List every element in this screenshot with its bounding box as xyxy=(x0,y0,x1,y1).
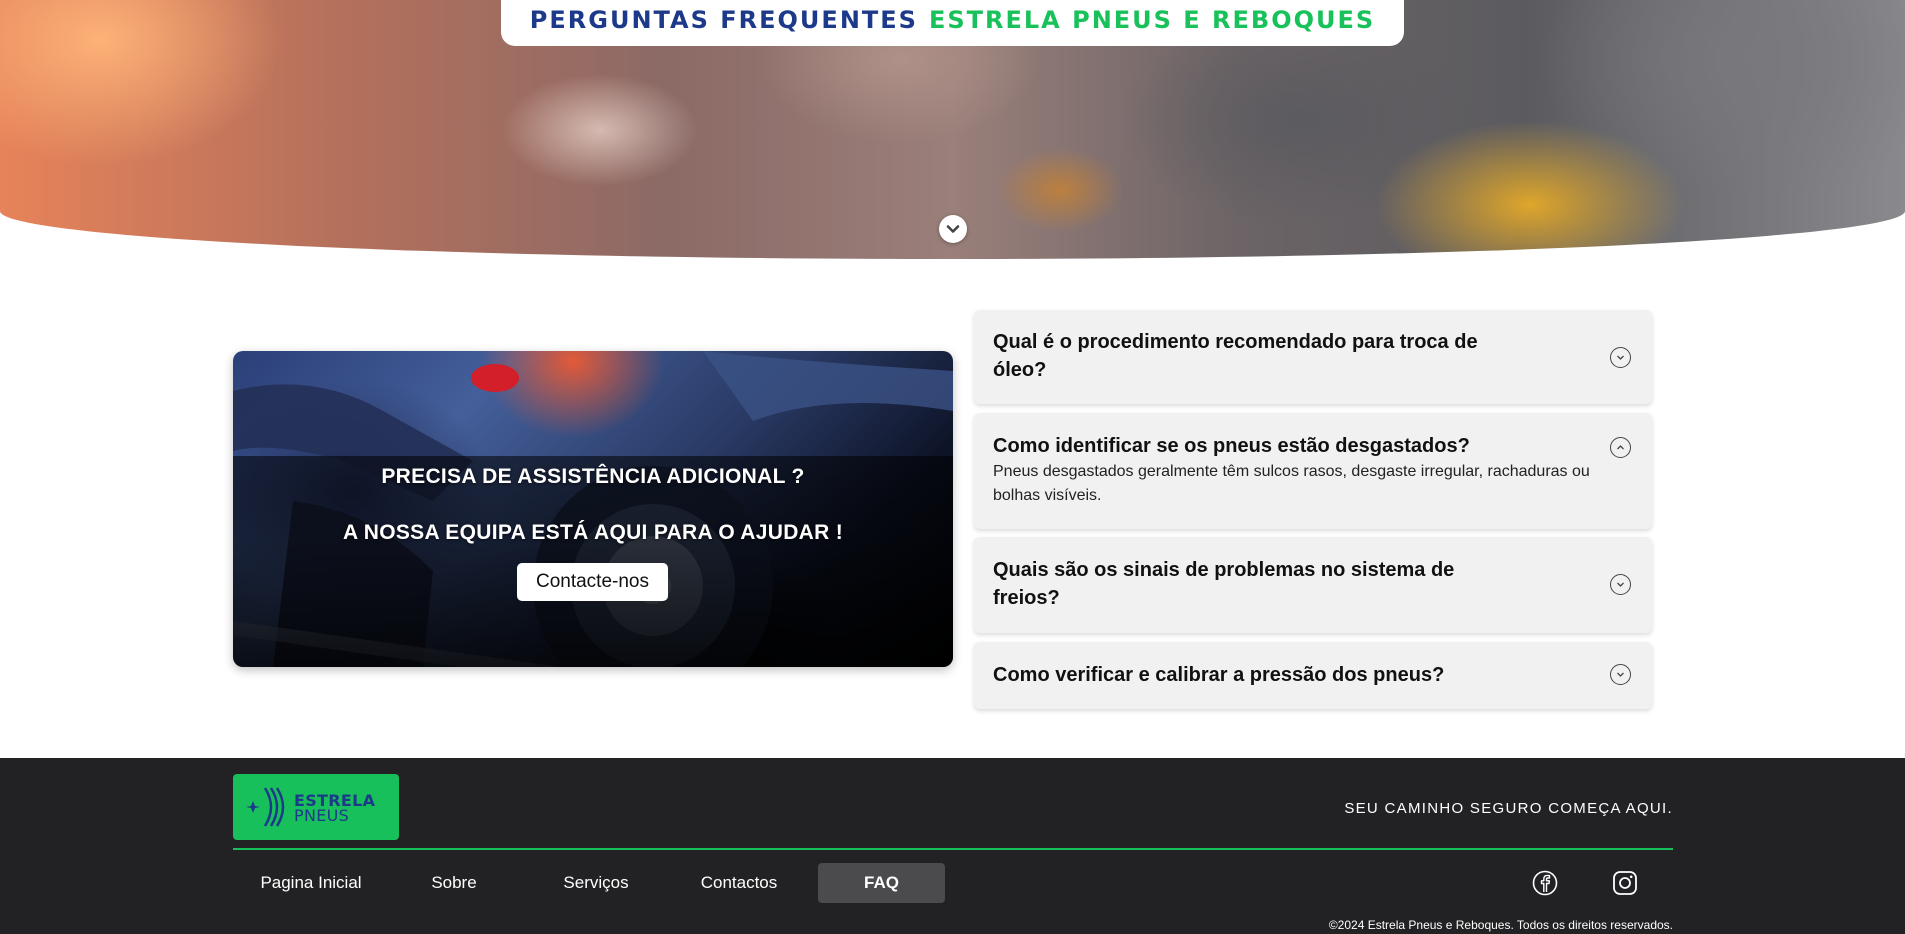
nav-item-about[interactable]: Sobre xyxy=(409,863,499,903)
assistance-card: PRECISA DE ASSISTÊNCIA ADICIONAL ? A NOS… xyxy=(233,351,953,667)
footer-divider xyxy=(233,848,1673,850)
faq-item[interactable]: Quais são os sinais de problemas no sist… xyxy=(974,537,1652,633)
nav-item-services[interactable]: Serviços xyxy=(548,863,644,903)
cta-heading-1: PRECISA DE ASSISTÊNCIA ADICIONAL ? xyxy=(381,465,805,488)
brand-logo[interactable]: ESTRELA PNEUS xyxy=(233,774,399,840)
faq-question: Como verificar e calibrar a pressão dos … xyxy=(993,664,1445,686)
nav-item-contacts[interactable]: Contactos xyxy=(690,863,788,903)
nav-item-home[interactable]: Pagina Inicial xyxy=(245,863,377,903)
contact-button[interactable]: Contacte-nos xyxy=(517,563,668,601)
logo-text: ESTRELA PNEUS xyxy=(294,793,375,825)
faq-question: Como identificar se os pneus estão desga… xyxy=(993,435,1470,457)
faq-item-expanded[interactable]: Como identificar se os pneus estão desga… xyxy=(974,413,1652,529)
faq-answer: Pneus desgastados geralmente têm sulcos … xyxy=(993,463,1590,504)
chevron-up-icon[interactable] xyxy=(1610,437,1631,458)
hero-banner: PERGUNTAS FREQUENTES ESTRELA PNEUS E REB… xyxy=(0,0,1905,259)
logo-line-2: PNEUS xyxy=(294,806,350,825)
page-title: PERGUNTAS FREQUENTES ESTRELA PNEUS E REB… xyxy=(501,0,1404,46)
page-title-part2: ESTRELA PNEUS E REBOQUES xyxy=(928,6,1376,34)
scroll-down-button[interactable] xyxy=(939,215,967,243)
chevron-down-icon[interactable] xyxy=(1610,347,1631,368)
chevron-down-icon xyxy=(946,225,960,233)
chevron-down-icon[interactable] xyxy=(1610,574,1631,595)
faq-item[interactable]: Qual é o procedimento recomendado para t… xyxy=(974,310,1652,404)
copyright-text: ©2024 Estrela Pneus e Reboques. Todos os… xyxy=(1328,918,1673,932)
page-title-part1: PERGUNTAS FREQUENTES xyxy=(529,6,918,34)
chevron-down-icon[interactable] xyxy=(1610,664,1631,685)
cta-heading-2: A NOSSA EQUIPA ESTÁ AQUI PARA O AJUDAR ! xyxy=(342,521,844,544)
logo-mark-icon xyxy=(246,787,285,827)
facebook-icon[interactable] xyxy=(1531,869,1559,897)
footer: ESTRELA PNEUS SEU CAMINHO SEGURO COMEÇA … xyxy=(0,758,1905,934)
faq-question: Qual é o procedimento recomendado para t… xyxy=(993,331,1478,381)
faq-question: Quais são os sinais de problemas no sist… xyxy=(993,559,1455,609)
nav-item-faq[interactable]: FAQ xyxy=(818,863,945,903)
footer-tagline: SEU CAMINHO SEGURO COMEÇA AQUI. xyxy=(1344,800,1673,817)
instagram-icon[interactable] xyxy=(1611,869,1639,897)
faq-item[interactable]: Como verificar e calibrar a pressão dos … xyxy=(974,642,1652,709)
